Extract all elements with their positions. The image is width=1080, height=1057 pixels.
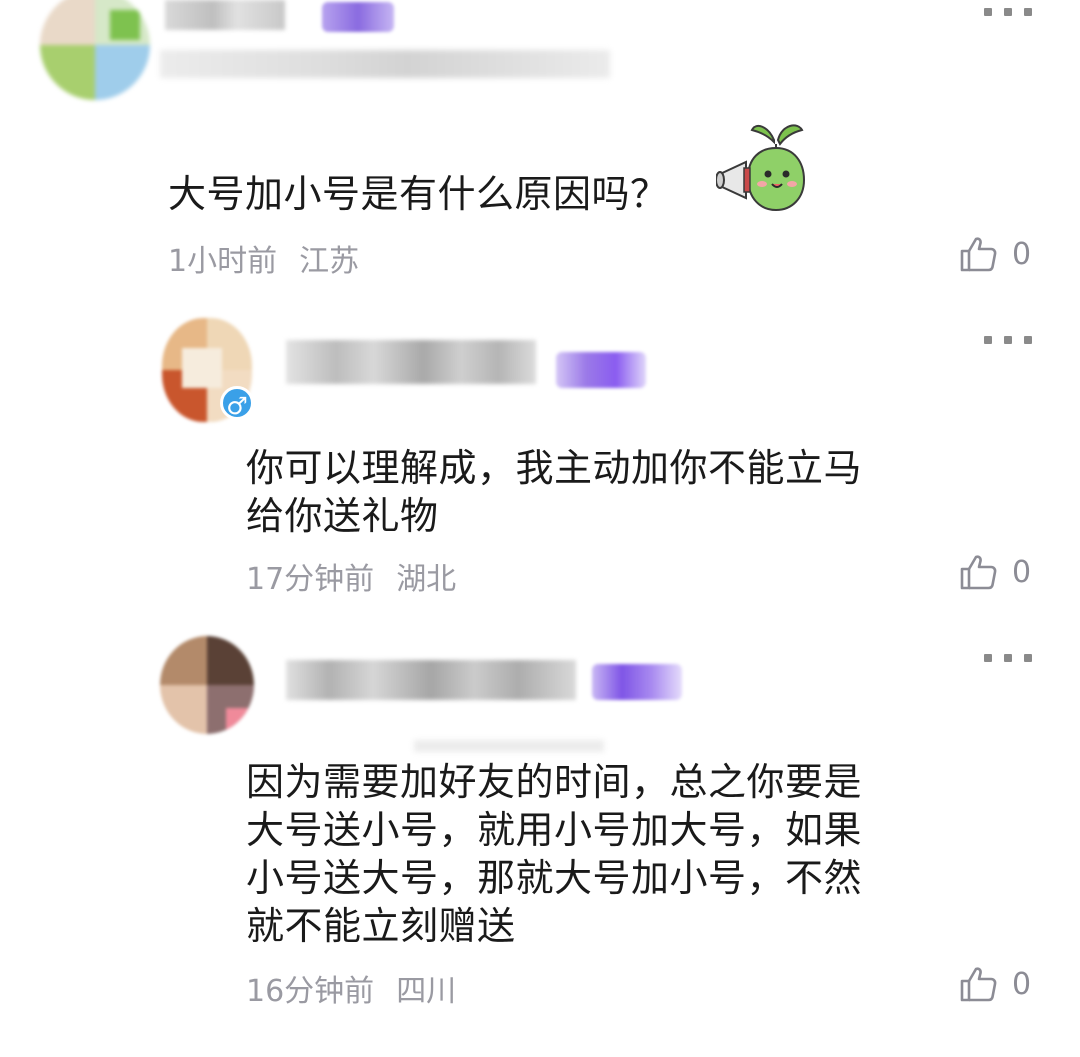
like-button[interactable]: 0 — [958, 964, 1031, 1004]
comment-location: 四川 — [396, 974, 457, 1009]
level-badge — [592, 664, 682, 700]
thumbs-up-icon — [960, 967, 997, 1002]
username-blurred[interactable] — [286, 660, 576, 700]
comment-3: 因为需要加好友的时间，总之你要是 大号送小号，就用小号加大号，如果 小号送大号，… — [0, 0, 1080, 1057]
avatar[interactable] — [160, 636, 254, 734]
comment-meta: 16分钟前 四川 — [246, 966, 456, 1010]
comment-text: 因为需要加好友的时间，总之你要是 大号送小号，就用小号加大号，如果 小号送大号，… — [246, 760, 863, 948]
user-subtitle-blurred — [414, 740, 604, 752]
like-count: 0 — [1012, 966, 1032, 1002]
more-options-icon[interactable] — [984, 648, 1032, 668]
comment-time: 16分钟前 — [246, 974, 375, 1009]
